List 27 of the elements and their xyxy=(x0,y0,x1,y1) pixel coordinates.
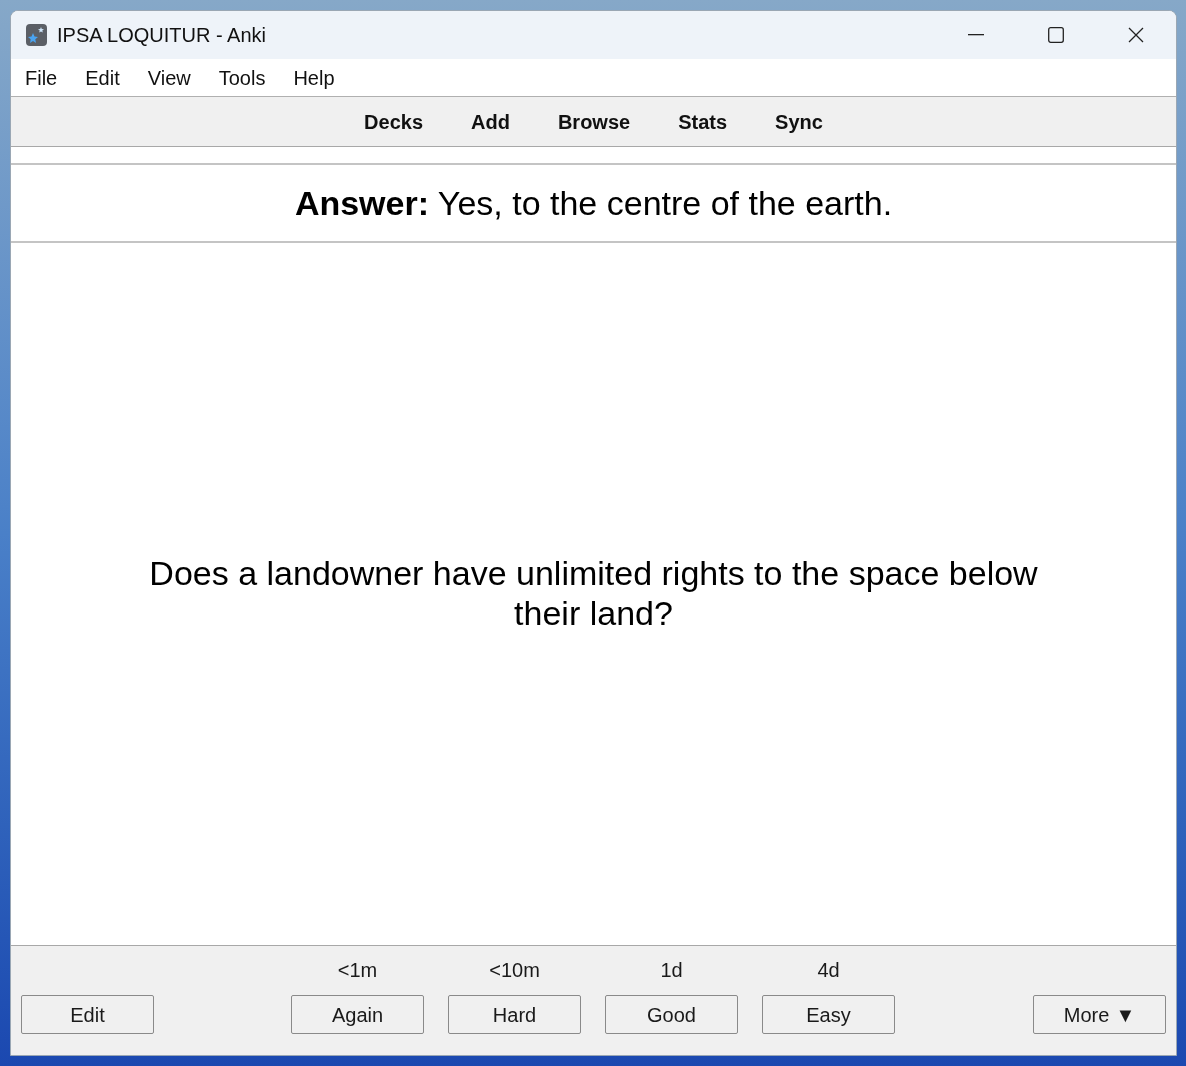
toolbar-link[interactable]: Sync xyxy=(775,106,823,137)
answer-button[interactable]: Easy xyxy=(762,995,895,1034)
edit-button[interactable]: Edit xyxy=(21,995,154,1034)
menu-item[interactable]: Tools xyxy=(208,62,276,93)
menu-item[interactable]: File xyxy=(15,62,68,93)
toolbar-link[interactable]: Stats xyxy=(678,106,728,137)
app-logo-icon xyxy=(26,24,47,46)
toolbar-link[interactable]: Add xyxy=(471,106,510,137)
answer-button[interactable]: Hard xyxy=(448,995,581,1034)
question-text: Does a landowner have unlimited rights to the space below their land? xyxy=(148,553,1039,633)
minimize-icon xyxy=(968,34,984,36)
menu-item[interactable]: Edit xyxy=(75,62,130,93)
window-title: IPSA LOQUITUR - Anki xyxy=(57,23,266,48)
answer-button[interactable]: Again xyxy=(291,995,424,1034)
toolbar-link[interactable]: Browse xyxy=(557,106,631,137)
answer-text: Answer: Yes, to the centre of the earth. xyxy=(294,182,893,224)
interval-label: <10m xyxy=(489,958,540,983)
interval-label: 1d xyxy=(660,958,683,983)
answer-button[interactable]: Good xyxy=(605,995,738,1034)
interval-label: <1m xyxy=(337,958,378,983)
maximize-icon xyxy=(1048,27,1064,43)
menu-item[interactable]: Help xyxy=(283,62,345,93)
toolbar-link[interactable]: Decks xyxy=(364,106,424,137)
interval-label: 4d xyxy=(817,958,840,983)
menu-item[interactable]: View xyxy=(137,62,201,93)
close-icon xyxy=(1128,27,1144,43)
more-button[interactable]: More ▼ xyxy=(1033,995,1166,1034)
